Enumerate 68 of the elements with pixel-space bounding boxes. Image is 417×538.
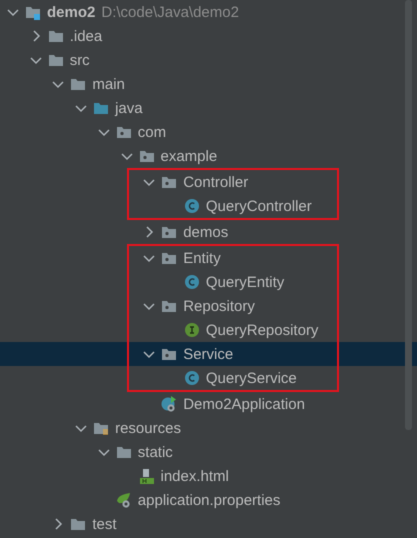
node-label: QueryEntity (206, 274, 284, 290)
tree-row[interactable]: java (0, 96, 417, 120)
module-folder-icon (25, 4, 41, 20)
node-label: main (92, 76, 125, 92)
class-icon (184, 370, 200, 386)
tree-row[interactable]: .idea (0, 24, 417, 48)
node-label: index.html (160, 468, 229, 484)
tree-row[interactable]: Entity (0, 246, 417, 270)
interface-icon (184, 322, 200, 338)
package-icon (161, 174, 178, 190)
tree-row[interactable]: QueryController (0, 194, 417, 218)
node-label: example (160, 148, 218, 164)
tree-row[interactable]: Demo2Application (0, 392, 417, 416)
folder-icon (70, 516, 86, 532)
package-icon (138, 148, 154, 164)
tree-row[interactable]: static (0, 440, 417, 464)
node-label: Demo2Application (183, 396, 305, 412)
spring-leaf-icon (116, 492, 132, 508)
tree-row[interactable]: QueryService (0, 366, 417, 390)
tree-row[interactable]: com (0, 120, 417, 144)
tree-row[interactable]: demos (0, 220, 417, 244)
tree-row[interactable]: src (0, 48, 417, 72)
tree-row[interactable]: application.properties (0, 488, 417, 512)
node-label: Repository (183, 298, 255, 314)
tree-row[interactable]: Controller (0, 170, 417, 194)
project-path: D:\code\Java\demo2 (101, 4, 239, 20)
resources-folder-icon (93, 420, 110, 436)
tree-row[interactable]: example (0, 144, 417, 168)
node-label: resources (115, 420, 181, 436)
tree-row[interactable]: Service (0, 342, 417, 366)
node-label: QueryService (206, 370, 297, 386)
tree-row[interactable]: index.html (0, 464, 417, 488)
folder-icon (93, 100, 110, 116)
html-file-icon (138, 468, 154, 484)
package-icon (161, 224, 178, 240)
class-icon (184, 274, 200, 290)
class-icon (184, 198, 200, 214)
package-icon (161, 298, 178, 314)
node-label: Service (183, 346, 234, 362)
tree-row[interactable]: QueryEntity (0, 270, 417, 294)
package-icon (161, 346, 178, 362)
spring-class-icon (161, 396, 178, 412)
node-label: src (70, 52, 90, 68)
folder-icon (116, 444, 132, 460)
node-label: demos (183, 224, 228, 240)
tree-row[interactable]: test (0, 512, 417, 536)
node-label: application.properties (138, 492, 280, 508)
node-label: com (138, 124, 166, 140)
node-label: QueryRepository (206, 322, 318, 338)
tree-row[interactable]: QueryRepository (0, 318, 417, 342)
node-label: Entity (183, 250, 221, 266)
node-label: Controller (183, 174, 248, 190)
tree-row[interactable]: demo2 D:\code\Java\demo2 (0, 0, 417, 24)
node-label: test (92, 516, 117, 532)
scrollbar[interactable] (405, 0, 412, 430)
package-icon (116, 124, 132, 140)
folder-icon (48, 52, 64, 68)
tree-row[interactable]: resources (0, 416, 417, 440)
tree-row[interactable]: Repository (0, 294, 417, 318)
tree-row[interactable]: main (0, 72, 417, 96)
node-label: QueryController (206, 198, 312, 214)
node-label: static (138, 444, 173, 460)
node-label: demo2 (47, 4, 96, 20)
node-label: java (115, 100, 143, 116)
node-label: .idea (70, 28, 102, 44)
folder-icon (70, 76, 86, 92)
folder-icon (48, 28, 64, 44)
package-icon (161, 250, 178, 266)
